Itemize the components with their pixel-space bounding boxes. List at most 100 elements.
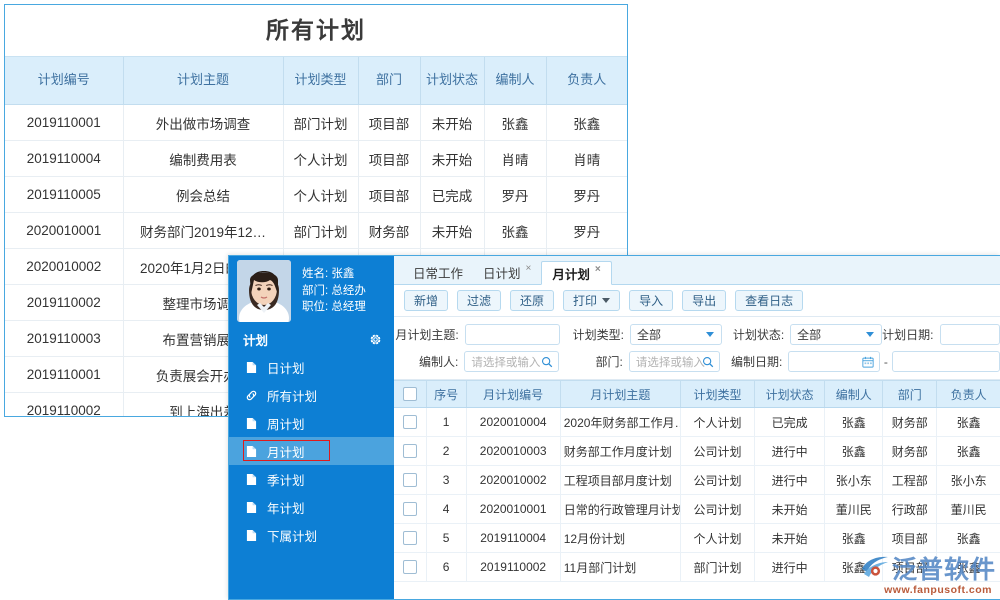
- grid-cell-code[interactable]: 2019110004: [466, 524, 560, 553]
- grid-cell-author[interactable]: 张鑫: [825, 524, 883, 553]
- filter-plandate-input[interactable]: [940, 324, 1000, 345]
- table-row[interactable]: 2019110005例会总结个人计划项目部已完成罗丹罗丹: [5, 177, 627, 213]
- tab-0[interactable]: 日常工作: [403, 260, 473, 284]
- tab-2[interactable]: 月计划×: [541, 261, 611, 285]
- grid-cell-author[interactable]: 张小东: [825, 466, 883, 495]
- tab-label: 日常工作: [413, 263, 463, 282]
- sidebar-item-3[interactable]: 月计划: [229, 437, 394, 465]
- row-checkbox-cell[interactable]: [394, 495, 426, 524]
- grid-col-subject[interactable]: 月计划主题: [560, 381, 680, 408]
- row-checkbox[interactable]: [403, 502, 417, 516]
- all-plans-col-owner[interactable]: 负责人: [546, 57, 627, 105]
- filter-label-dept: 部门:: [559, 353, 629, 370]
- row-checkbox[interactable]: [403, 444, 417, 458]
- grid-cell-code[interactable]: 2020010001: [466, 495, 560, 524]
- all-plans-col-subject[interactable]: 计划主题: [123, 57, 283, 105]
- table-row[interactable]: 2019110001外出做市场调查部门计划项目部未开始张鑫张鑫: [5, 105, 627, 141]
- table-row[interactable]: 6201911000211月部门计划部门计划进行中张鑫项目部张鑫: [394, 553, 1000, 582]
- select-all-checkbox[interactable]: [403, 387, 417, 401]
- close-icon[interactable]: ×: [595, 264, 601, 275]
- toolbar-button-1[interactable]: 过滤: [457, 290, 501, 311]
- all-plans-col-author[interactable]: 编制人: [484, 57, 546, 105]
- table-row[interactable]: 5201911000412月份计划个人计划未开始张鑫项目部张鑫: [394, 524, 1000, 553]
- filter-dept-search[interactable]: 请选择或输入: [629, 351, 721, 372]
- sidebar-item-1[interactable]: 所有计划: [229, 381, 394, 409]
- grid-cell-subject[interactable]: 2020年财务部工作月…: [560, 408, 680, 437]
- grid-cell-code[interactable]: 2019110002: [466, 553, 560, 582]
- row-checkbox[interactable]: [403, 560, 417, 574]
- all-plans-col-code[interactable]: 计划编号: [5, 57, 123, 105]
- grid-cell-dept: 工程部: [883, 466, 937, 495]
- row-checkbox-cell[interactable]: [394, 553, 426, 582]
- row-checkbox[interactable]: [403, 415, 417, 429]
- grid-select-all-cell[interactable]: [394, 381, 426, 408]
- grid-cell-subject[interactable]: 日常的行政管理月计划: [560, 495, 680, 524]
- all-plans-col-type[interactable]: 计划类型: [283, 57, 358, 105]
- sidebar-item-4[interactable]: 季计划: [229, 465, 394, 493]
- toolbar-button-5[interactable]: 导出: [682, 290, 726, 311]
- table-row[interactable]: 42020010001日常的行政管理月计划公司计划未开始董川民行政部董川民: [394, 495, 1000, 524]
- sidebar-item-6[interactable]: 下属计划: [229, 521, 394, 549]
- filter-subject-input[interactable]: [465, 324, 560, 345]
- row-checkbox-cell[interactable]: [394, 437, 426, 466]
- grid-cell-author[interactable]: 张鑫: [825, 408, 883, 437]
- filter-author-search[interactable]: 请选择或输入: [464, 351, 559, 372]
- gear-icon[interactable]: [369, 333, 382, 346]
- tab-1[interactable]: 日计划×: [473, 260, 541, 284]
- row-checkbox-cell[interactable]: [394, 524, 426, 553]
- toolbar-button-3[interactable]: 打印: [563, 290, 620, 311]
- filter-authordate-end[interactable]: [892, 351, 1000, 372]
- toolbar-button-4[interactable]: 导入: [629, 290, 673, 311]
- grid-cell-owner[interactable]: 张鑫: [937, 437, 1000, 466]
- grid-cell-owner[interactable]: 张鑫: [937, 524, 1000, 553]
- grid-cell-code[interactable]: 2020010004: [466, 408, 560, 437]
- sidebar-item-5[interactable]: 年计划: [229, 493, 394, 521]
- grid-cell-owner[interactable]: 张鑫: [937, 553, 1000, 582]
- search-icon[interactable]: [541, 356, 553, 368]
- search-icon[interactable]: [702, 356, 714, 368]
- all-plans-col-dept[interactable]: 部门: [358, 57, 420, 105]
- table-row[interactable]: 120200100042020年财务部工作月…个人计划已完成张鑫财务部张鑫: [394, 408, 1000, 437]
- filter-authordate-start[interactable]: [788, 351, 880, 372]
- calendar-icon[interactable]: [862, 356, 874, 368]
- avatar[interactable]: [237, 260, 291, 322]
- grid-col-status[interactable]: 计划状态: [755, 381, 825, 408]
- grid-cell-author[interactable]: 董川民: [825, 495, 883, 524]
- grid-col-dept[interactable]: 部门: [883, 381, 937, 408]
- grid-col-code[interactable]: 月计划编号: [466, 381, 560, 408]
- row-checkbox[interactable]: [403, 473, 417, 487]
- grid-cell-no: 6: [426, 553, 466, 582]
- table-row[interactable]: 22020010003财务部工作月度计划公司计划进行中张鑫财务部张鑫: [394, 437, 1000, 466]
- grid-col-type[interactable]: 计划类型: [680, 381, 754, 408]
- grid-cell-owner[interactable]: 张鑫: [937, 408, 1000, 437]
- grid-cell-subject[interactable]: 11月部门计划: [560, 553, 680, 582]
- grid-cell-subject[interactable]: 工程项目部月度计划: [560, 466, 680, 495]
- sidebar-item-2[interactable]: 周计划: [229, 409, 394, 437]
- grid-cell-author[interactable]: 张鑫: [825, 437, 883, 466]
- grid-cell-code[interactable]: 2020010002: [466, 466, 560, 495]
- grid-col-author[interactable]: 编制人: [825, 381, 883, 408]
- toolbar-button-2[interactable]: 还原: [510, 290, 554, 311]
- filter-type-select[interactable]: 全部: [630, 324, 722, 345]
- grid-col-no[interactable]: 序号: [426, 381, 466, 408]
- table-row[interactable]: 32020010002工程项目部月度计划公司计划进行中张小东工程部张小东: [394, 466, 1000, 495]
- all-plans-col-status[interactable]: 计划状态: [420, 57, 484, 105]
- row-checkbox-cell[interactable]: [394, 466, 426, 495]
- table-row[interactable]: 2020010001财务部门2019年12…部门计划财务部未开始张鑫罗丹: [5, 213, 627, 249]
- filter-status-select[interactable]: 全部: [790, 324, 882, 345]
- row-checkbox[interactable]: [403, 531, 417, 545]
- row-checkbox-cell[interactable]: [394, 408, 426, 437]
- close-icon[interactable]: ×: [526, 263, 532, 274]
- toolbar-button-6[interactable]: 查看日志: [735, 290, 803, 311]
- grid-cell-subject[interactable]: 12月份计划: [560, 524, 680, 553]
- grid-cell-code[interactable]: 2020010003: [466, 437, 560, 466]
- grid-cell-owner[interactable]: 张小东: [937, 466, 1000, 495]
- toolbar-button-0[interactable]: 新增: [404, 290, 448, 311]
- grid-cell-owner[interactable]: 董川民: [937, 495, 1000, 524]
- grid-col-owner[interactable]: 负责人: [937, 381, 1000, 408]
- grid-cell-subject[interactable]: 财务部工作月度计划: [560, 437, 680, 466]
- all-plans-cell-code: 2019110001: [5, 105, 123, 141]
- grid-cell-author[interactable]: 张鑫: [825, 553, 883, 582]
- table-row[interactable]: 2019110004编制费用表个人计划项目部未开始肖晴肖晴: [5, 141, 627, 177]
- sidebar-item-0[interactable]: 日计划: [229, 353, 394, 381]
